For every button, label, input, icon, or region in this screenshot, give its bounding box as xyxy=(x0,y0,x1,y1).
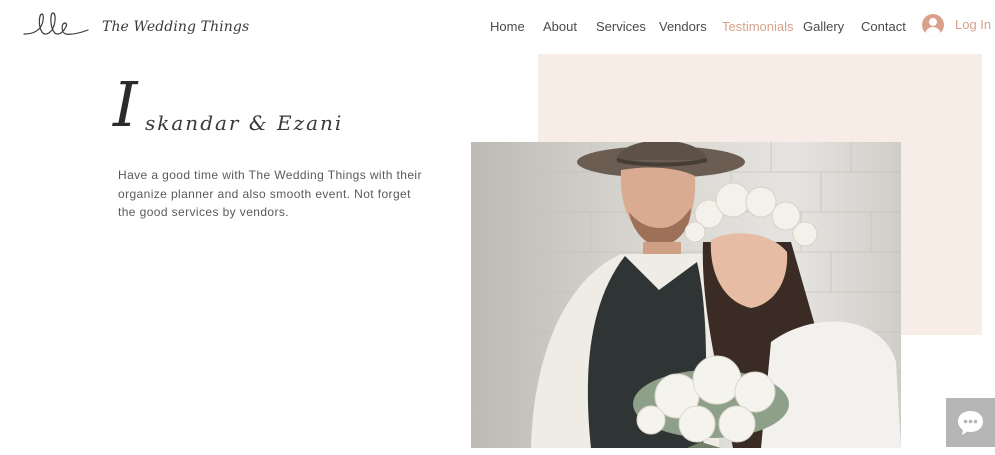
testimonial-text: Have a good time with The Wedding Things… xyxy=(118,168,422,219)
nav-item-gallery[interactable]: Gallery xyxy=(803,19,844,34)
chat-widget-button[interactable] xyxy=(946,398,995,447)
nav-item-services[interactable]: Services xyxy=(596,19,646,34)
couple-photo xyxy=(471,142,901,448)
title-names: skandar & Ezani xyxy=(145,111,344,135)
user-avatar-icon xyxy=(922,14,944,36)
nav-item-home[interactable]: Home xyxy=(490,19,525,34)
logo-icon[interactable] xyxy=(22,8,92,40)
brand-name[interactable]: The Wedding Things xyxy=(102,19,249,35)
nav-item-testimonials[interactable]: Testimonials xyxy=(722,19,794,34)
login-label: Log In xyxy=(955,17,992,32)
nav-item-vendors[interactable]: Vendors xyxy=(659,19,707,34)
nav-item-contact[interactable]: Contact xyxy=(861,19,906,34)
title-initial: I xyxy=(113,68,138,141)
site-header: The Wedding Things Home About Services V… xyxy=(0,0,995,54)
chat-bubble-icon xyxy=(958,411,983,435)
nav-item-about[interactable]: About xyxy=(543,19,577,34)
